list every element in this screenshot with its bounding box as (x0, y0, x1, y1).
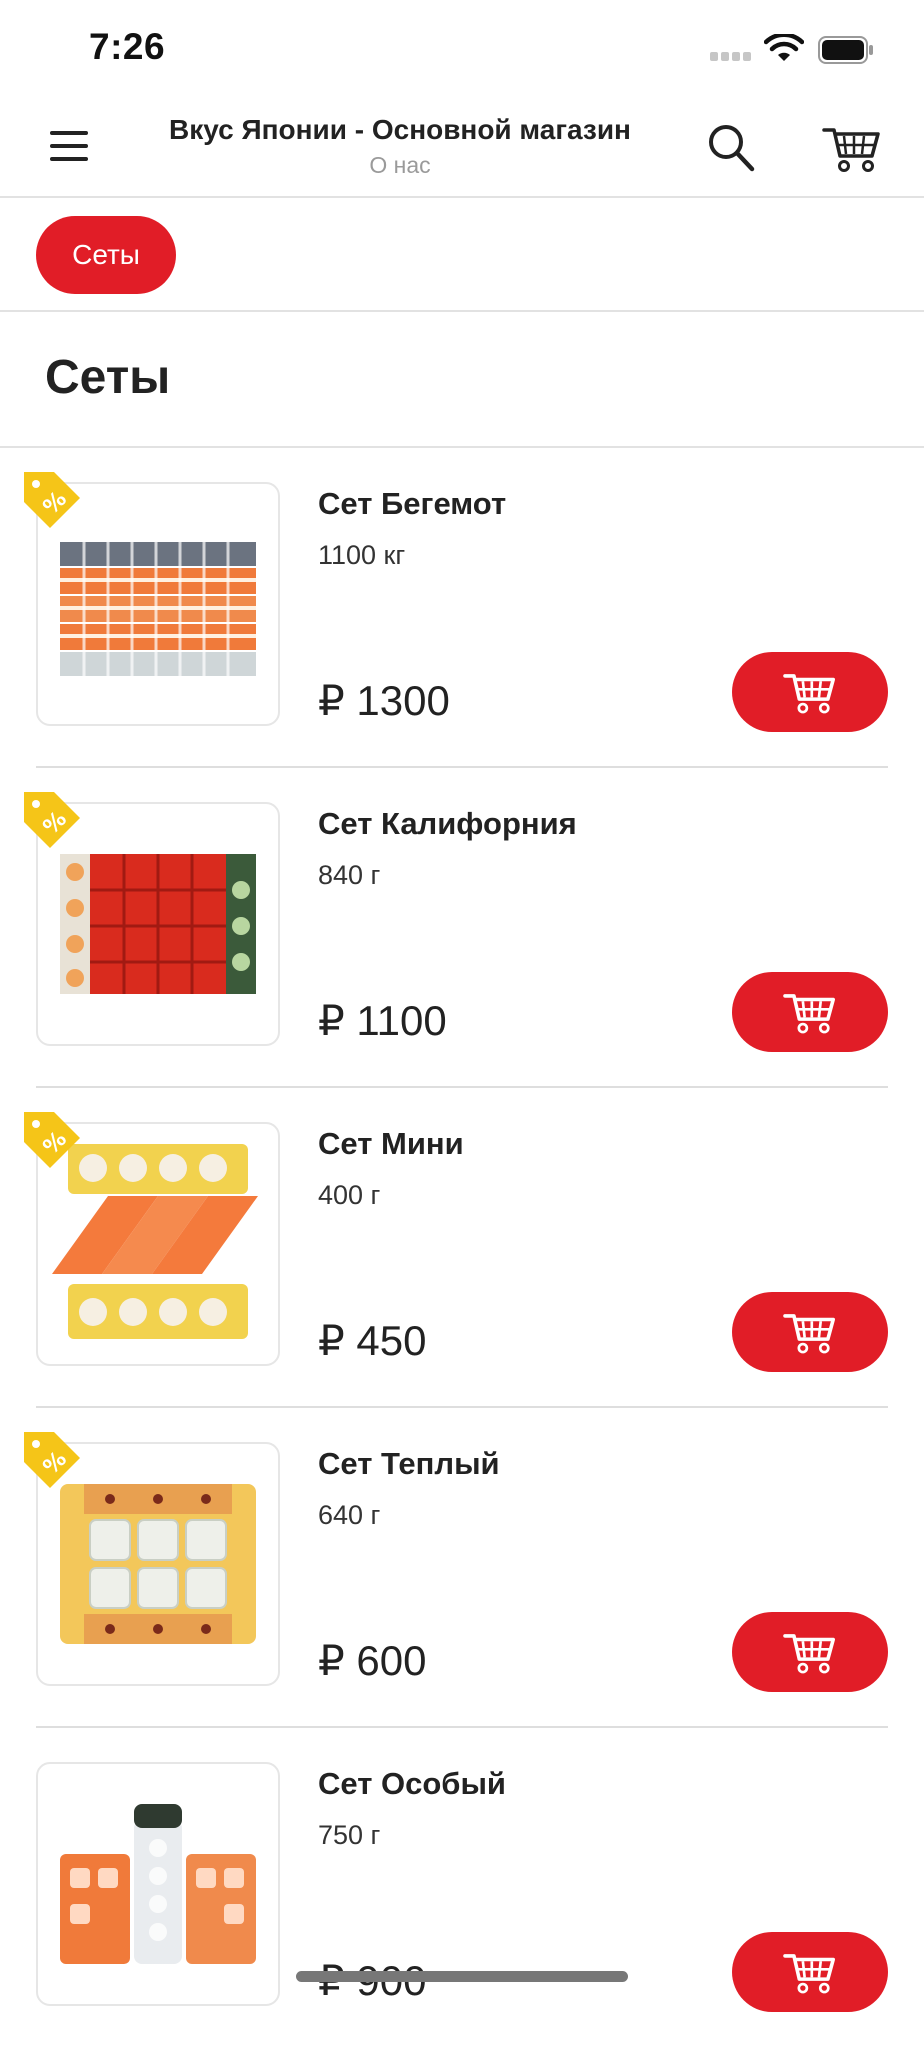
cart-icon (783, 1954, 835, 1994)
wifi-icon (764, 34, 804, 61)
product-name: Сет Особый (318, 1766, 506, 1801)
product-name: Сет Калифорния (318, 806, 577, 841)
home-indicator[interactable] (296, 1971, 628, 1982)
product-image (36, 1762, 280, 2006)
add-to-cart-button[interactable] (732, 972, 888, 1052)
section-title: Сеты (45, 351, 171, 404)
add-to-cart-button[interactable] (732, 652, 888, 732)
hamburger-line (50, 157, 88, 161)
product-price: ₽ 450 (318, 1317, 427, 1364)
product-weight: 750 г (318, 1820, 381, 1850)
product-weight: 840 г (318, 860, 381, 890)
discount-tag-icon: % (24, 1432, 80, 1488)
category-bar: Сеты (0, 198, 924, 312)
product-item[interactable]: Сет Особый 750 г ₽ 900 (0, 1728, 924, 2048)
add-to-cart-button[interactable] (732, 1612, 888, 1692)
product-weight: 640 г (318, 1500, 381, 1530)
product-list: % Сет Бегемот 1100 кг ₽ 1300 % Сет Калиф… (0, 448, 924, 2048)
product-item[interactable]: % Сет Теплый 640 г ₽ 600 (0, 1408, 924, 1728)
discount-tag-icon: % (24, 792, 80, 848)
product-item[interactable]: % Сет Бегемот 1100 кг ₽ 1300 (0, 448, 924, 768)
store-title: Вкус Японии - Основной магазин (169, 114, 631, 145)
product-price: ₽ 1300 (318, 677, 450, 724)
product-name: Сет Мини (318, 1126, 464, 1161)
product-item[interactable]: % Сет Мини 400 г ₽ 450 (0, 1088, 924, 1408)
product-item[interactable]: % Сет Калифорния 840 г ₽ 1100 (0, 768, 924, 1088)
section-header: Сеты (0, 312, 924, 448)
cart-icon (783, 674, 835, 714)
status-time: 7:26 (89, 26, 166, 67)
discount-tag-icon: % (24, 1112, 80, 1168)
app-header: Вкус Японии - Основной магазин О нас (0, 100, 924, 198)
product-name: Сет Бегемот (318, 486, 507, 521)
add-to-cart-button[interactable] (732, 1932, 888, 2012)
about-link[interactable]: О нас (120, 150, 680, 180)
category-chip-sets[interactable]: Сеты (36, 216, 176, 294)
hamburger-line (50, 144, 88, 148)
discount-tag-icon: % (24, 472, 80, 528)
product-name: Сет Теплый (318, 1446, 500, 1481)
search-icon[interactable] (706, 122, 756, 174)
cellular-signal-icon (710, 52, 754, 62)
add-to-cart-button[interactable] (732, 1292, 888, 1372)
product-weight: 1100 кг (318, 540, 406, 570)
battery-icon (818, 36, 873, 64)
store-title-block[interactable]: Вкус Японии - Основной магазин О нас (120, 112, 680, 180)
menu-button[interactable] (44, 126, 92, 166)
hamburger-menu-icon (50, 131, 88, 135)
cart-icon (783, 1634, 835, 1674)
cart-icon[interactable] (822, 120, 882, 176)
product-weight: 400 г (318, 1180, 381, 1210)
product-price: ₽ 1100 (318, 997, 447, 1044)
status-bar: 7:26 (0, 0, 924, 100)
cart-icon (783, 1314, 835, 1354)
product-price: ₽ 600 (318, 1637, 427, 1684)
cart-icon (783, 994, 835, 1034)
